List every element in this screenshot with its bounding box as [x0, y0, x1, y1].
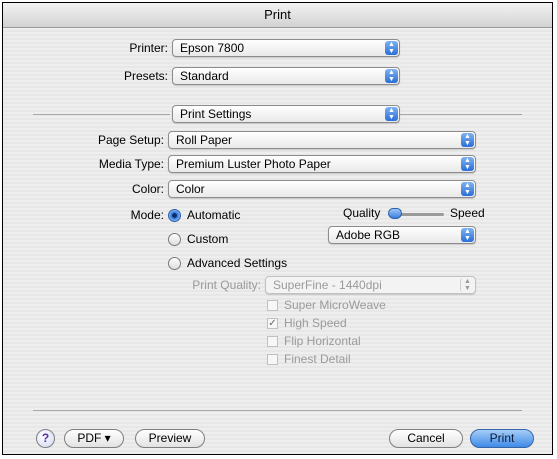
printer-value: Epson 7800: [180, 41, 245, 55]
media-type-popup[interactable]: Premium Luster Photo Paper ▲ ▼: [168, 155, 476, 173]
speed-label: Speed: [450, 206, 485, 220]
popup-arrows-icon: ▲ ▼: [461, 157, 474, 171]
media-type-value: Premium Luster Photo Paper: [176, 157, 331, 171]
print-button[interactable]: Print: [470, 429, 534, 448]
separator-right: [400, 114, 522, 115]
print-quality-value: SuperFine - 1440dpi: [273, 278, 382, 292]
panel-value: Print Settings: [180, 107, 252, 121]
color-popup[interactable]: Color ▲ ▼: [168, 180, 476, 198]
media-type-label: Media Type:: [98, 157, 164, 171]
printer-popup[interactable]: Epson 7800 ▲ ▼: [172, 39, 400, 57]
finest-detail-checkbox: [267, 354, 278, 365]
popup-arrows-icon: ▲ ▼: [385, 107, 398, 121]
color-space-popup[interactable]: Adobe RGB ▲ ▼: [328, 226, 476, 244]
popup-arrows-icon: ▲ ▼: [460, 278, 474, 292]
high-speed-label: High Speed: [284, 316, 347, 330]
preview-button[interactable]: Preview: [135, 429, 205, 448]
color-space-value: Adobe RGB: [336, 228, 401, 242]
high-speed-checkbox: ✓: [267, 318, 278, 329]
page-setup-value: Roll Paper: [176, 133, 233, 147]
presets-popup[interactable]: Standard ▲ ▼: [172, 67, 400, 85]
finest-detail-label: Finest Detail: [284, 352, 351, 366]
presets-label: Presets:: [123, 69, 168, 83]
cancel-button[interactable]: Cancel: [389, 429, 463, 448]
quality-label: Quality: [343, 206, 381, 220]
bottom-separator: [33, 410, 522, 411]
print-dialog: Print Printer: Epson 7800 ▲ ▼ Presets: St…: [2, 2, 553, 455]
super-microweave-label: Super MicroWeave: [284, 298, 386, 312]
dialog-body: Printer: Epson 7800 ▲ ▼ Presets: Standard…: [3, 28, 552, 454]
presets-value: Standard: [180, 69, 229, 83]
mode-label: Mode:: [130, 208, 164, 222]
color-label: Color:: [131, 182, 164, 196]
popup-arrows-icon: ▲ ▼: [461, 228, 474, 242]
mode-automatic-radio[interactable]: [168, 209, 181, 222]
popup-arrows-icon: ▲ ▼: [385, 41, 398, 55]
super-microweave-checkbox: [267, 300, 278, 311]
page-setup-label: Page Setup:: [97, 133, 164, 147]
help-button[interactable]: ?: [36, 429, 55, 448]
popup-arrows-icon: ▲ ▼: [461, 182, 474, 196]
print-quality-popup: SuperFine - 1440dpi ▲ ▼: [265, 276, 476, 294]
separator-left: [33, 114, 170, 115]
page-setup-popup[interactable]: Roll Paper ▲ ▼: [168, 131, 476, 149]
quality-speed-slider-knob[interactable]: [388, 208, 402, 219]
pdf-button[interactable]: PDF ▾: [64, 429, 124, 448]
popup-arrows-icon: ▲ ▼: [461, 133, 474, 147]
flip-horizontal-label: Flip Horizontal: [284, 334, 361, 348]
mode-automatic-label: Automatic: [187, 208, 241, 222]
mode-custom-radio[interactable]: [168, 233, 181, 246]
mode-advanced-radio[interactable]: [168, 257, 181, 270]
popup-arrows-icon: ▲ ▼: [385, 69, 398, 83]
mode-custom-label: Custom: [187, 232, 229, 246]
printer-label: Printer:: [129, 41, 168, 55]
window-title: Print: [3, 3, 552, 28]
panel-popup[interactable]: Print Settings ▲ ▼: [172, 105, 400, 123]
print-quality-label: Print Quality:: [192, 278, 261, 292]
flip-horizontal-checkbox: [267, 336, 278, 347]
mode-advanced-label: Advanced Settings: [187, 256, 288, 270]
color-value: Color: [176, 182, 205, 196]
